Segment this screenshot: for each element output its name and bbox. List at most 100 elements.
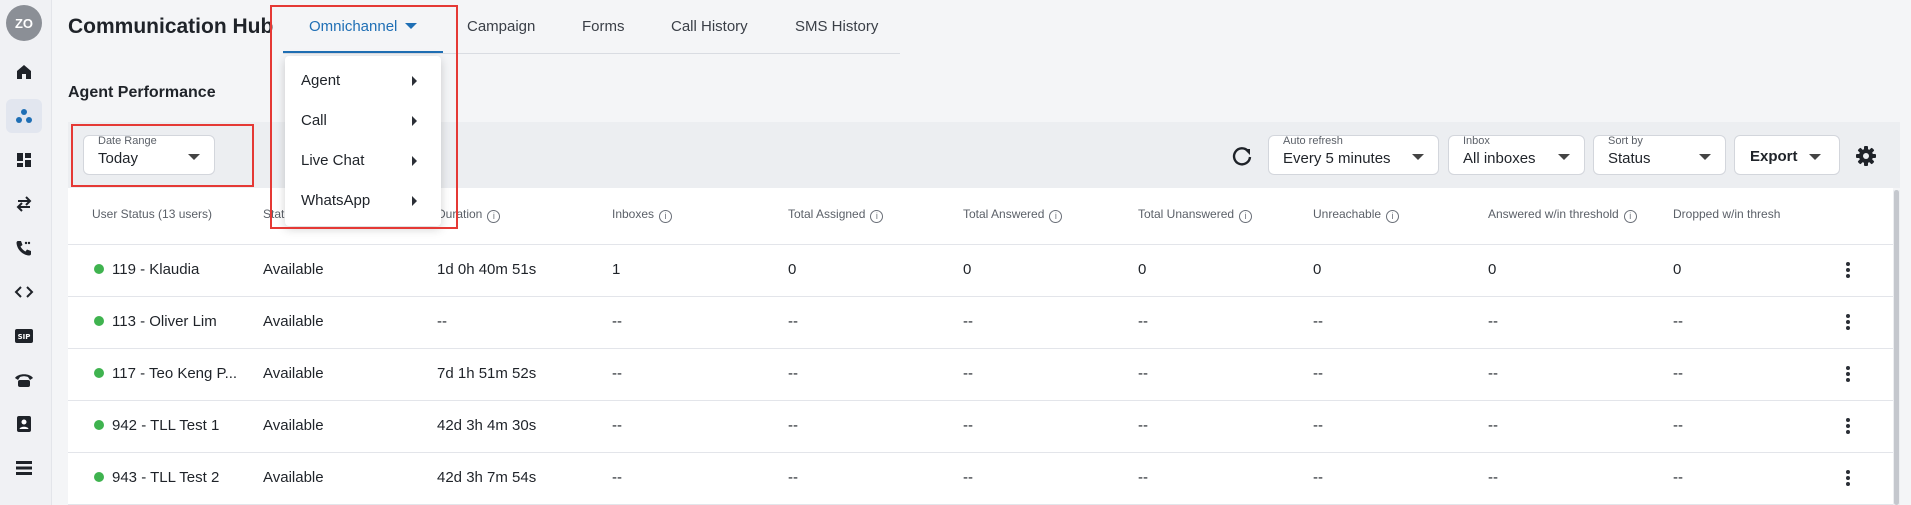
user-cell: 119 - Klaudia: [94, 261, 199, 278]
answered-threshold-cell: --: [1488, 365, 1498, 382]
info-icon[interactable]: i: [870, 210, 884, 223]
gear-icon[interactable]: [1853, 143, 1879, 169]
unanswered-cell: --: [1138, 417, 1148, 434]
info-icon[interactable]: i: [487, 210, 501, 223]
available-status-dot: [94, 264, 104, 274]
unanswered-cell: --: [1138, 313, 1148, 330]
user-name: 117 - Teo Keng P...: [112, 365, 238, 382]
more-vertical-icon[interactable]: [1846, 418, 1850, 434]
status-cell: Available: [263, 365, 324, 382]
info-icon[interactable]: i: [659, 210, 673, 223]
answered-threshold-cell: --: [1488, 469, 1498, 486]
dropdown-arrow-icon: [1558, 154, 1570, 160]
column-header-total-answered-label: Total Answered: [963, 207, 1045, 221]
inbox-value: All inboxes: [1463, 150, 1536, 167]
export-button[interactable]: Export: [1734, 135, 1840, 175]
column-header-total-assigned[interactable]: Total Assigned i: [788, 207, 884, 223]
assigned-cell: --: [788, 417, 798, 434]
contacts-icon[interactable]: [6, 407, 42, 441]
sort-by-select[interactable]: Sort by Status: [1593, 135, 1726, 175]
tab-sms-history[interactable]: SMS History: [795, 18, 878, 35]
answered-cell: --: [963, 313, 973, 330]
column-header-dropped-threshold[interactable]: Dropped w/in thresh: [1673, 207, 1780, 221]
answered-threshold-cell: 0: [1488, 261, 1497, 278]
section-title: Agent Performance: [68, 84, 216, 101]
unreachable-cell: 0: [1313, 261, 1322, 278]
omnichannel-icon[interactable]: [6, 99, 42, 133]
code-icon[interactable]: [6, 275, 42, 309]
dropped-threshold-cell: --: [1673, 469, 1683, 486]
sip-icon[interactable]: SIP: [6, 319, 42, 353]
dropdown-arrow-icon: [1809, 154, 1821, 160]
more-vertical-icon[interactable]: [1846, 366, 1850, 382]
column-header-total-unanswered[interactable]: Total Unanswered i: [1138, 207, 1253, 223]
refresh-icon[interactable]: [1229, 143, 1255, 169]
column-header-answered-threshold[interactable]: Answered w/in threshold i: [1488, 207, 1637, 223]
inbox-label: Inbox: [1463, 135, 1490, 147]
user-name: 943 - TLL Test 2: [112, 469, 220, 486]
dropped-threshold-cell: 0: [1673, 261, 1682, 278]
row-divider: [68, 348, 1893, 349]
telephone-icon[interactable]: [6, 363, 42, 397]
highlight-box-date-range: [71, 124, 254, 187]
sidebar: ZO SIP: [0, 0, 52, 505]
answered-cell: --: [963, 469, 973, 486]
tab-call-history[interactable]: Call History: [671, 18, 748, 35]
info-icon[interactable]: i: [1239, 210, 1253, 223]
unreachable-cell: --: [1313, 313, 1323, 330]
user-cell: 943 - TLL Test 2: [94, 469, 219, 486]
sort-by-value: Status: [1608, 150, 1651, 167]
status-cell: Available: [263, 261, 324, 278]
column-header-user-status[interactable]: User Status (13 users): [92, 207, 212, 221]
duration-cell: --: [437, 313, 447, 330]
table-scrollbar[interactable]: [1893, 190, 1900, 505]
available-status-dot: [94, 420, 104, 430]
duration-cell: 42d 3h 4m 30s: [437, 417, 537, 434]
dashboard-icon[interactable]: [6, 143, 42, 177]
list-icon[interactable]: [6, 451, 42, 485]
tab-campaign[interactable]: Campaign: [467, 18, 535, 35]
unreachable-cell: --: [1313, 469, 1323, 486]
svg-text:SIP: SIP: [18, 333, 31, 341]
more-vertical-icon[interactable]: [1846, 314, 1850, 330]
app-title: Communication Hub: [68, 15, 274, 38]
inbox-select[interactable]: Inbox All inboxes: [1448, 135, 1585, 175]
scrollbar-thumb[interactable]: [1894, 190, 1899, 505]
row-divider: [68, 244, 1893, 245]
transfer-icon[interactable]: [6, 187, 42, 221]
row-divider: [68, 452, 1893, 453]
column-header-inboxes[interactable]: Inboxes i: [612, 207, 673, 223]
column-header-unreachable[interactable]: Unreachable i: [1313, 207, 1400, 223]
user-name: 119 - Klaudia: [112, 261, 200, 278]
answered-cell: 0: [963, 261, 972, 278]
user-name: 942 - TLL Test 1: [112, 417, 220, 434]
info-icon[interactable]: i: [1049, 210, 1063, 223]
auto-refresh-select[interactable]: Auto refresh Every 5 minutes: [1268, 135, 1439, 175]
more-vertical-icon[interactable]: [1846, 262, 1850, 278]
column-header-answered-threshold-label: Answered w/in threshold: [1488, 207, 1619, 221]
status-cell: Available: [263, 469, 324, 486]
assigned-cell: 0: [788, 261, 797, 278]
column-header-total-answered[interactable]: Total Answered i: [963, 207, 1063, 223]
more-vertical-icon[interactable]: [1846, 470, 1850, 486]
info-icon[interactable]: i: [1623, 210, 1637, 223]
row-divider: [68, 296, 1893, 297]
unanswered-cell: 0: [1138, 261, 1147, 278]
duration-cell: 1d 0h 40m 51s: [437, 261, 537, 278]
dropped-threshold-cell: --: [1673, 417, 1683, 434]
agent-performance-table: [68, 188, 1893, 505]
assigned-cell: --: [788, 365, 798, 382]
avatar[interactable]: ZO: [6, 5, 42, 41]
duration-cell: 7d 1h 51m 52s: [437, 365, 537, 382]
export-label: Export: [1750, 148, 1798, 165]
inboxes-cell: --: [612, 469, 622, 486]
home-icon[interactable]: [6, 55, 42, 89]
phone-log-icon[interactable]: [6, 231, 42, 265]
column-header-total-unanswered-label: Total Unanswered: [1138, 207, 1235, 221]
row-divider: [68, 400, 1893, 401]
dropped-threshold-cell: --: [1673, 365, 1683, 382]
unanswered-cell: --: [1138, 469, 1148, 486]
info-icon[interactable]: i: [1386, 210, 1400, 223]
assigned-cell: --: [788, 469, 798, 486]
tab-forms[interactable]: Forms: [582, 18, 625, 35]
